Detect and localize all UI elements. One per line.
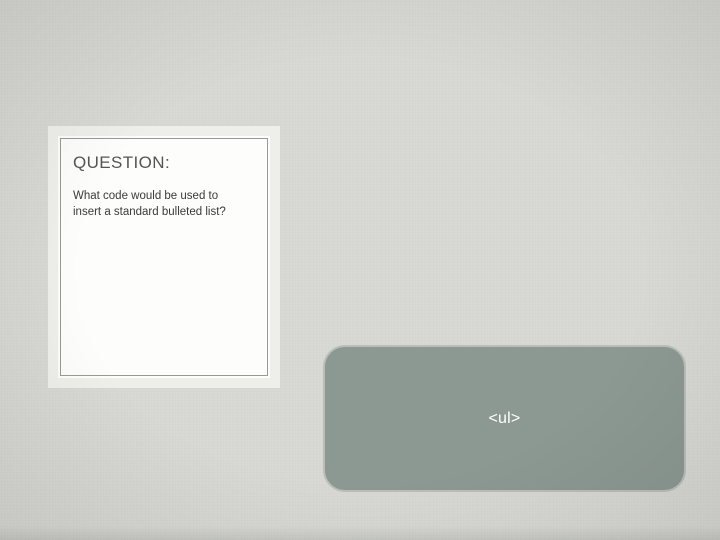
bottom-shadow <box>0 526 720 540</box>
question-inner: QUESTION: What code would be used to ins… <box>60 138 268 376</box>
answer-text: <ul> <box>489 410 521 428</box>
question-title: QUESTION: <box>73 153 255 173</box>
question-card: QUESTION: What code would be used to ins… <box>48 126 280 388</box>
answer-bubble: <ul> <box>323 345 686 492</box>
question-body: What code would be used to insert a stan… <box>73 189 248 220</box>
